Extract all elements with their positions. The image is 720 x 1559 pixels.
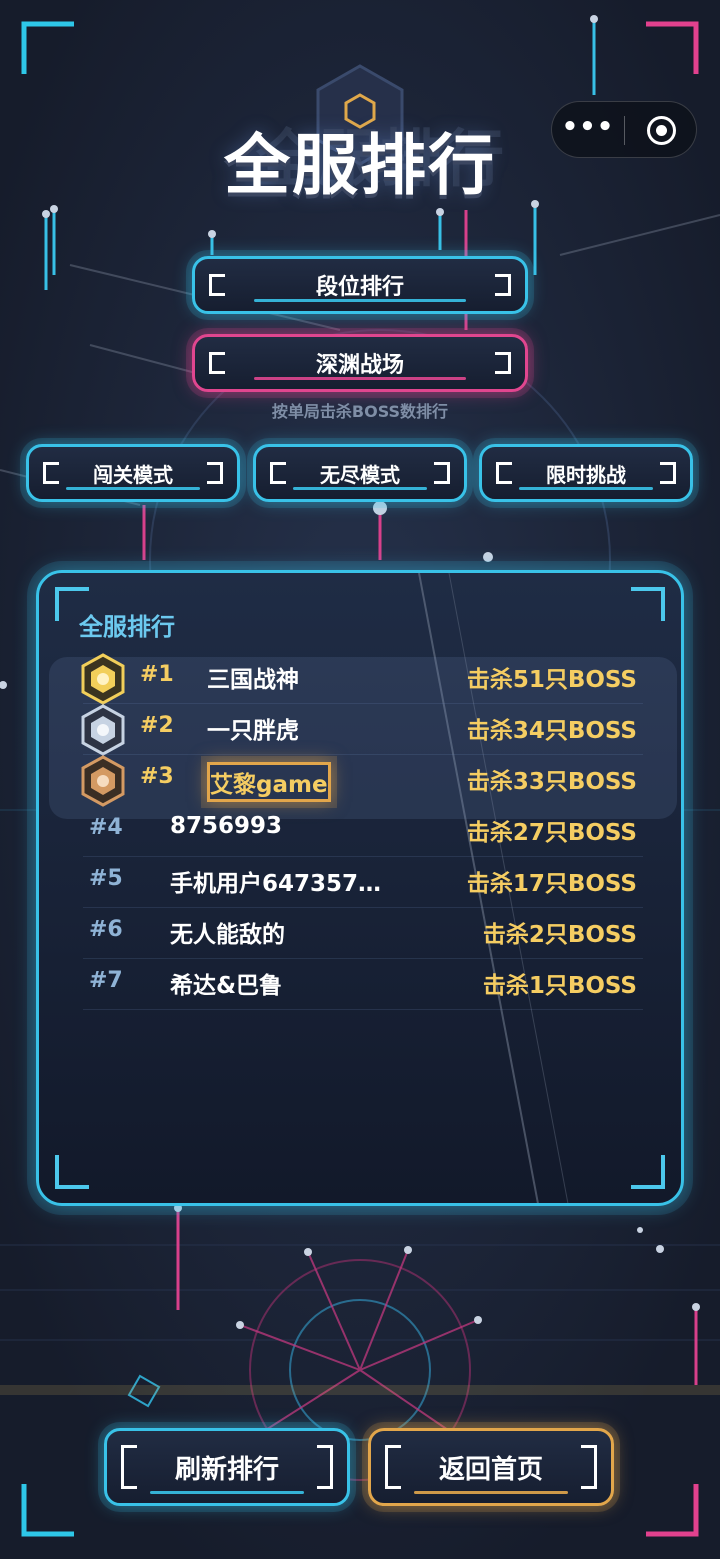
leaderboard-row[interactable]: #6 无人能敌的 击杀2只BOSS <box>39 908 681 959</box>
bracket-right <box>495 274 511 296</box>
leaderboard-row[interactable]: #7 希达&巴鲁 击杀1只BOSS <box>39 959 681 1010</box>
capsule-divider <box>624 116 625 145</box>
ground-strip <box>0 1385 720 1395</box>
return-home-button[interactable]: 返回首页 <box>368 1428 614 1506</box>
rank-number: #1 <box>140 662 174 687</box>
leaderboard-title: 全服排行 <box>79 613 175 641</box>
bronze-medal-icon <box>81 755 125 807</box>
kill-score: 击杀34只BOSS <box>466 718 637 744</box>
mini-program-capsule: ••• <box>551 101 697 158</box>
player-name: 8756993 <box>170 813 283 839</box>
button-label: 返回首页 <box>438 1454 543 1485</box>
tab-label: 限时挑战 <box>546 462 626 487</box>
bracket-left <box>270 462 286 484</box>
bracket-right <box>434 462 450 484</box>
bracket-left <box>43 462 59 484</box>
bracket-left <box>121 1445 137 1489</box>
leaderboard-row[interactable]: #5 手机用户647357… 击杀17只BOSS <box>39 857 681 908</box>
kill-score: 击杀1只BOSS <box>482 973 637 999</box>
more-icon[interactable]: ••• <box>552 102 624 159</box>
player-name: 一只胖虎 <box>207 718 299 744</box>
tab-stage-mode[interactable]: 闯关模式 <box>26 444 240 502</box>
button-underline <box>150 1491 304 1494</box>
kill-score: 击杀33只BOSS <box>466 769 637 795</box>
bracket-right <box>207 462 223 484</box>
rank-number: #7 <box>89 968 123 993</box>
leaderboard-panel: 全服排行 #1 三国战神 击杀51只BOSS #2 一只胖虎 击杀34只BOSS… <box>36 570 684 1206</box>
kill-score: 击杀51只BOSS <box>466 667 637 693</box>
bracket-left <box>209 274 225 296</box>
player-name: 手机用户647357… <box>170 871 382 897</box>
player-name: 无人能敌的 <box>170 922 285 948</box>
rank-number: #2 <box>140 713 174 738</box>
leaderboard-row[interactable]: #1 三国战神 击杀51只BOSS <box>39 653 681 705</box>
kill-score: 击杀27只BOSS <box>466 820 637 846</box>
refresh-ranking-button[interactable]: 刷新排行 <box>104 1428 350 1506</box>
rank-number: #5 <box>89 866 123 891</box>
leaderboard-row[interactable]: #3 艾黎game 击杀33只BOSS <box>39 755 681 807</box>
leaderboard-row[interactable]: #4 8756993 击杀27只BOSS <box>39 806 681 857</box>
tab-label: 闯关模式 <box>93 462 173 487</box>
tab-rank-tier[interactable]: 段位排行 <box>192 256 528 314</box>
tab-timed-challenge[interactable]: 限时挑战 <box>479 444 693 502</box>
kill-score: 击杀17只BOSS <box>466 871 637 897</box>
rank-number: #6 <box>89 917 123 942</box>
tab-label: 段位排行 <box>315 275 404 300</box>
tab-abyss-battle[interactable]: 深渊战场 <box>192 334 528 392</box>
player-name: 希达&巴鲁 <box>170 973 283 999</box>
bracket-right <box>495 352 511 374</box>
player-name: 三国战神 <box>207 667 299 693</box>
bracket-right <box>317 1445 333 1489</box>
bracket-left <box>209 352 225 374</box>
player-name: 艾黎game <box>207 762 331 802</box>
kill-score: 击杀2只BOSS <box>482 922 637 948</box>
button-label: 刷新排行 <box>174 1454 279 1485</box>
ranking-description: 按单局击杀BOSS数排行 <box>271 402 449 421</box>
rank-number: #3 <box>140 764 174 789</box>
tab-endless-mode[interactable]: 无尽模式 <box>253 444 467 502</box>
rank-number: #4 <box>89 815 123 840</box>
target-icon[interactable] <box>647 116 676 145</box>
button-underline <box>414 1491 568 1494</box>
bracket-left <box>496 462 512 484</box>
gold-medal-icon <box>81 653 125 705</box>
silver-medal-icon <box>81 704 125 756</box>
bracket-right <box>581 1445 597 1489</box>
bracket-left <box>385 1445 401 1489</box>
tab-label: 无尽模式 <box>320 462 400 487</box>
leaderboard-row[interactable]: #2 一只胖虎 击杀34只BOSS <box>39 704 681 756</box>
row-divider <box>83 1009 643 1010</box>
tab-label: 深渊战场 <box>315 353 404 378</box>
bracket-right <box>660 462 676 484</box>
